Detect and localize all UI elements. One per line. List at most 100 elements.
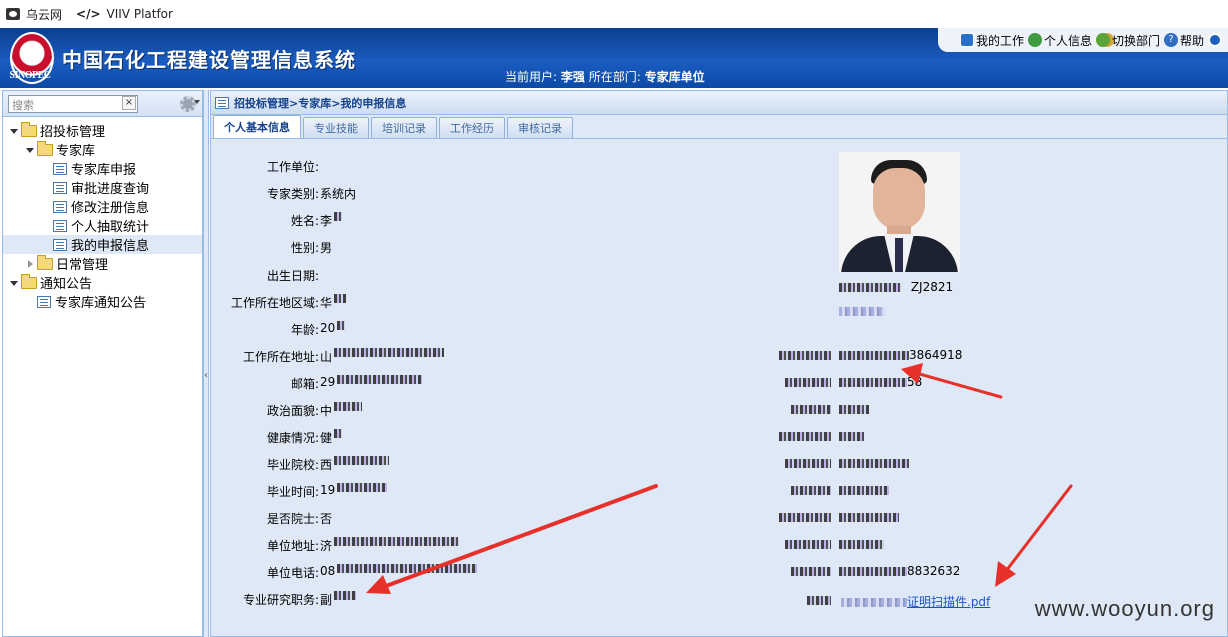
left-nav-panel: 搜索 × 招投标管理专家库 专家库申报审批进度查询 修改注册信息个人抽取统计 我的申报…: [2, 90, 203, 637]
field-value: 中: [320, 404, 333, 418]
info-field: 毕业时间: 19: [211, 483, 388, 500]
panel-splitter[interactable]: [203, 90, 209, 637]
field-value: 李: [320, 214, 333, 228]
redacted-mask: [785, 540, 831, 549]
power-icon[interactable]: [1208, 33, 1222, 47]
personal-info-label: 个人信息: [1043, 33, 1092, 48]
right-field-value: [839, 483, 889, 497]
nav-tree-item[interactable]: 专家库通知公告: [3, 292, 202, 311]
clear-icon[interactable]: ×: [122, 96, 136, 110]
redacted-mask: [334, 402, 363, 411]
tab-basic-info[interactable]: 个人基本信息: [213, 115, 301, 138]
nav-tree-label: 日常管理: [56, 258, 109, 273]
expand-arrow-icon[interactable]: [9, 278, 19, 288]
current-user-label: 当前用户:: [505, 70, 558, 84]
nav-tree-item[interactable]: 修改注册信息: [3, 197, 202, 216]
nav-tree-label: 专家库: [56, 144, 96, 159]
redacted-mask: [791, 405, 831, 414]
right-field-value: 58: [839, 375, 922, 389]
redacted-mask: [779, 351, 831, 360]
field-value: 健: [320, 431, 333, 445]
redacted-mask: [337, 321, 346, 330]
info-field: 出生日期:: [211, 267, 320, 284]
my-work-button[interactable]: 我的工作: [959, 32, 1024, 49]
form-icon: [53, 219, 67, 232]
field-label: 毕业院校:: [266, 458, 319, 472]
dept-name: 专家库单位: [644, 70, 705, 84]
right-field-value: [839, 537, 884, 551]
redacted-mask: [791, 567, 831, 576]
collapse-arrow-icon[interactable]: [25, 259, 35, 269]
redacted-link[interactable]: [839, 304, 885, 318]
form-icon: [53, 200, 67, 213]
field-label: 专家类别:: [266, 187, 319, 201]
redacted-mask: [334, 591, 357, 600]
redacted-mask: [779, 432, 831, 441]
info-field: 健康情况: 健: [211, 429, 343, 446]
redacted-mask: [839, 567, 907, 576]
redacted-mask: [839, 307, 885, 316]
help-button[interactable]: ? 帮助: [1163, 32, 1204, 49]
search-input[interactable]: 搜索: [8, 95, 138, 113]
field-value: 系统内: [320, 187, 357, 201]
nav-tree-label: 个人抽取统计: [71, 220, 150, 235]
field-value: 华: [320, 296, 333, 310]
folder-icon: [21, 121, 37, 137]
redacted-mask: [337, 483, 388, 492]
right-field-text: 58: [907, 375, 923, 389]
chevron-down-icon[interactable]: [194, 100, 200, 104]
nav-tree-item[interactable]: 招投标管理: [3, 121, 202, 140]
top-toolbar: 我的工作 个人信息 切换部门 ? 帮助: [937, 28, 1228, 52]
nav-tree-item[interactable]: 专家库: [3, 140, 202, 159]
nav-toolbar: 搜索 ×: [3, 91, 202, 117]
breadcrumb: 招投标管理>专家库>我的申报信息: [211, 91, 1227, 115]
main-panel: 招投标管理>专家库>我的申报信息 个人基本信息 专业技能 培训记录 工作经历 审…: [210, 90, 1228, 637]
nav-tree-item[interactable]: 日常管理: [3, 254, 202, 273]
field-label: 邮箱:: [290, 377, 319, 391]
personal-info-button[interactable]: 个人信息: [1027, 32, 1092, 49]
field-value: 20: [320, 321, 336, 335]
info-field: 工作所在地址: 山: [211, 348, 445, 365]
field-label: 健康情况:: [266, 431, 319, 445]
redacted-mask: [785, 459, 831, 468]
tab-skills[interactable]: 专业技能: [303, 117, 369, 138]
redacted-mask: [334, 456, 390, 465]
right-field-text: 3864918: [909, 348, 963, 362]
browser-tab-wooyun[interactable]: 乌云网: [26, 6, 62, 23]
expand-arrow-icon[interactable]: [25, 145, 35, 155]
info-field: 邮箱: 29: [211, 375, 423, 392]
nav-tree-label: 审批进度查询: [71, 182, 150, 197]
form-icon: [215, 96, 229, 109]
certificate-pdf-link[interactable]: 证明扫描件.pdf: [841, 593, 990, 610]
field-label: 工作所在地区域:: [230, 296, 319, 310]
right-field-value: 3864918: [839, 348, 962, 362]
browser-tab-viiv[interactable]: VIIV Platfor: [107, 7, 173, 21]
nav-tree-item[interactable]: 专家库申报: [3, 159, 202, 178]
redacted-mask: [334, 294, 347, 303]
field-label: 单位地址:: [266, 539, 319, 553]
help-label: 帮助: [1179, 33, 1204, 48]
form-icon: [53, 238, 67, 251]
field-value: 济: [320, 539, 333, 553]
info-field: 政治面貌: 中: [211, 402, 363, 419]
nav-tree-item[interactable]: 个人抽取统计: [3, 216, 202, 235]
red-arrow-head: [995, 561, 1016, 587]
basic-info-form: ZJ2821 证明扫描件.pdf www.wooyun.org 工作单位: 专家类…: [211, 141, 1227, 636]
switch-dept-button[interactable]: 切换部门: [1095, 32, 1160, 49]
expand-arrow-icon[interactable]: [9, 126, 19, 136]
nav-tree-item[interactable]: 审批进度查询: [3, 178, 202, 197]
nav-tree-item[interactable]: 通知公告: [3, 273, 202, 292]
info-field: 年龄: 20: [211, 321, 346, 338]
redacted-mask: [839, 540, 884, 549]
gear-icon[interactable]: [180, 96, 196, 112]
field-label: 工作单位:: [266, 160, 319, 174]
tab-audit[interactable]: 审核记录: [507, 117, 573, 138]
redacted-mask: [334, 429, 343, 438]
field-value: 19: [320, 483, 336, 497]
nav-tree-label: 我的申报信息: [71, 239, 150, 254]
nav-tree-item[interactable]: 我的申报信息: [3, 235, 202, 254]
tab-experience[interactable]: 工作经历: [439, 117, 505, 138]
field-label: 工作所在地址:: [242, 350, 319, 364]
nav-tree: 招投标管理专家库 专家库申报审批进度查询 修改注册信息个人抽取统计 我的申报信息日常管…: [3, 117, 202, 311]
tab-training[interactable]: 培训记录: [371, 117, 437, 138]
